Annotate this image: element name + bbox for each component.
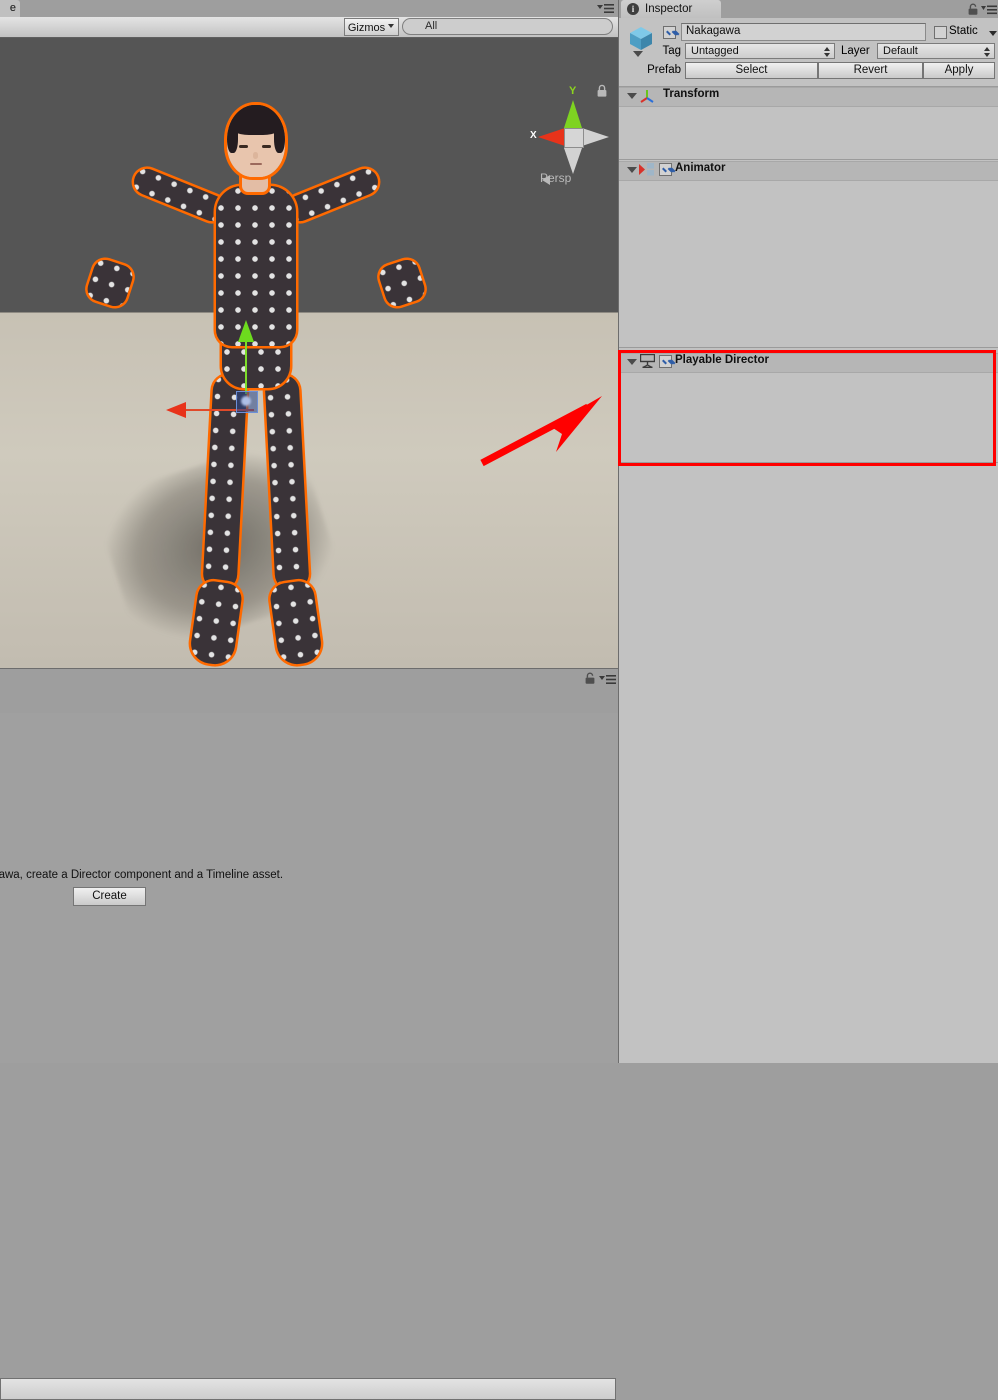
gizmo-z-cone-icon[interactable] [582, 128, 609, 146]
character-right-arm [283, 164, 382, 226]
panel-menu-icon[interactable] [598, 674, 616, 685]
static-label: Static [949, 25, 978, 37]
annotation-arrow [470, 390, 620, 475]
character-head [227, 105, 285, 177]
gizmo-center-cube[interactable] [564, 128, 584, 148]
transform-title: Transform [663, 88, 720, 100]
projection-mode-label[interactable]: Persp [540, 171, 571, 185]
gameobject-name-field[interactable]: Nakagawa [681, 23, 926, 41]
scene-orientation-gizmo[interactable]: Y X Persp [512, 82, 612, 190]
scene-search-input[interactable]: All [402, 18, 613, 35]
chevron-down-icon[interactable] [633, 51, 643, 57]
character-nose [253, 152, 258, 159]
info-icon: i [627, 3, 639, 15]
playable-director-foldout-arrow[interactable] [627, 359, 637, 365]
lower-panel-tab[interactable] [0, 1378, 616, 1400]
inspector-tab-strip: Inspector i [619, 0, 998, 18]
animator-enabled-checkbox[interactable] [659, 163, 672, 176]
scene-viewport[interactable]: Y X Persp [0, 38, 618, 668]
character-eye-left [239, 145, 248, 148]
create-button[interactable]: Create [73, 887, 146, 906]
gizmo-x-cone-icon[interactable] [538, 128, 565, 146]
scene-view-panel: e Gizmos All Y X Persp awa, create a Dir… [0, 0, 618, 1400]
character-right-leg [264, 374, 310, 591]
gizmo-y-arrow-icon[interactable] [238, 320, 254, 342]
lock-icon[interactable] [967, 3, 979, 16]
character-left-foot [188, 579, 244, 667]
scene-bottom-bar [0, 668, 618, 689]
layer-dropdown[interactable]: Default [877, 43, 995, 59]
character-mouth [250, 163, 262, 165]
gameobject-enabled-checkbox[interactable] [663, 26, 676, 39]
scene-tab-bar: e [0, 0, 618, 17]
scene-panel-menu-icon[interactable] [596, 3, 614, 14]
transform-foldout-arrow[interactable] [627, 93, 637, 99]
lower-panel-tab-bar [0, 688, 618, 1400]
character-torso [216, 186, 296, 346]
prefab-select-button[interactable]: Select [685, 62, 818, 79]
gizmo-x-arrow-icon[interactable] [166, 402, 186, 418]
playable-director-enabled-checkbox[interactable] [659, 355, 672, 368]
gizmo-y-label: Y [569, 85, 577, 97]
character-left-hand [84, 256, 136, 310]
animator-icon [639, 163, 655, 176]
selected-character-model[interactable] [82, 90, 447, 668]
playable-director-icon [639, 353, 656, 369]
hamburger-menu-icon[interactable] [981, 5, 997, 15]
timeline-instruction-text: ith Nakagawa, create a Director componen… [0, 869, 284, 881]
layer-label: Layer [841, 45, 870, 57]
animator-title: Animator [675, 162, 726, 174]
chevron-down-icon[interactable] [989, 31, 997, 36]
character-left-arm [130, 164, 229, 226]
tag-dropdown[interactable]: Untagged [685, 43, 835, 59]
gizmo-x-label: X [530, 130, 537, 141]
character-eye-right [262, 145, 271, 148]
character-right-hand [376, 256, 428, 310]
transform-axis-icon [639, 89, 655, 103]
gameobject-header: Nakagawa Static Tag Untagged Layer Defau… [619, 18, 998, 87]
static-checkbox[interactable] [934, 26, 947, 39]
gizmo-y-cone-icon[interactable] [564, 100, 582, 128]
prefab-label: Prefab [647, 64, 681, 76]
tag-label: Tag [662, 45, 681, 57]
gizmo-center-dot [241, 396, 251, 406]
lock-icon[interactable] [596, 84, 608, 98]
inspector-panel: Inspector i Nakagawa Static Tag Untagged… [618, 0, 998, 1063]
lock-icon[interactable] [584, 672, 596, 685]
tab-scene[interactable]: e [0, 0, 20, 17]
playable-director-title: Playable Director [675, 354, 769, 366]
prefab-apply-button[interactable]: Apply [923, 62, 995, 79]
prefab-revert-button[interactable]: Revert [818, 62, 923, 79]
animator-foldout-arrow[interactable] [627, 167, 637, 173]
chevron-down-icon [388, 24, 394, 28]
character-right-foot [268, 579, 324, 667]
